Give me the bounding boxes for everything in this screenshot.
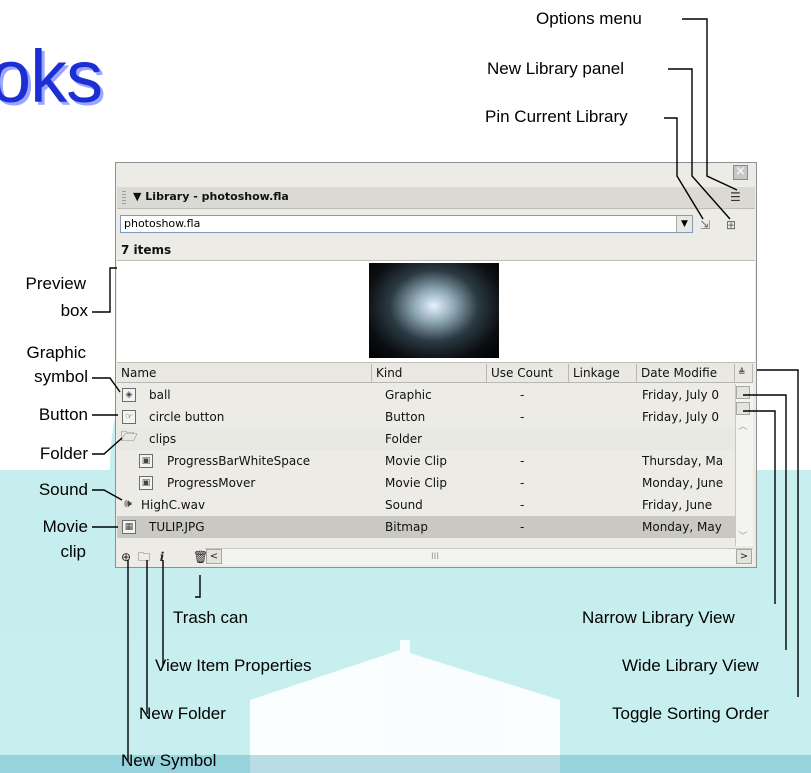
callout-button: Button [38, 405, 88, 424]
callout-movie-clip-line1: Movie [42, 517, 88, 536]
callout-view-item-properties: View Item Properties [155, 656, 312, 675]
callout-new-symbol: New Symbol [121, 751, 217, 770]
callout-new-folder: New Folder [139, 704, 226, 723]
callout-toggle-sorting-order: Toggle Sorting Order [612, 704, 769, 723]
callout-folder: Folder [39, 444, 88, 463]
callout-pin-current-library: Pin Current Library [485, 107, 628, 126]
callout-movie-clip-line2: clip [60, 542, 86, 561]
callout-sound: Sound [38, 480, 88, 499]
callout-new-library-panel: New Library panel [487, 59, 625, 78]
callout-narrow-library-view: Narrow Library View [582, 608, 735, 627]
callout-preview-box-line2: box [60, 301, 88, 320]
callout-graphic-symbol-line1: Graphic [26, 343, 86, 362]
callout-graphic-symbol-line2: symbol [34, 367, 88, 386]
callout-options-menu: Options menu [536, 9, 642, 28]
callout-wide-library-view: Wide Library View [622, 656, 759, 675]
callout-preview-box-line1: Preview [25, 274, 86, 293]
callout-trash-can: Trash can [173, 608, 248, 627]
